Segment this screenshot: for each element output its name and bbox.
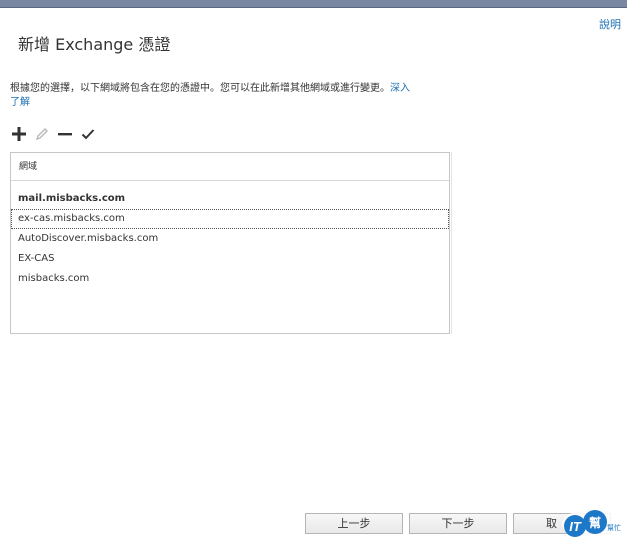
ithome-watermark-logo: IT 幫 幫忙 xyxy=(562,509,622,539)
list-item[interactable]: mail.misbacks.com xyxy=(11,189,449,209)
watermark-text-main: IT xyxy=(569,519,582,534)
watermark-text-small: 幫忙 xyxy=(607,523,621,532)
remove-icon xyxy=(58,133,72,136)
list-item[interactable]: AutoDiscover.misbacks.com xyxy=(11,229,449,249)
watermark-text-side: 幫 xyxy=(589,515,601,530)
add-icon xyxy=(12,127,26,141)
back-button[interactable]: 上一步 xyxy=(305,513,403,534)
window-top-bar xyxy=(0,0,627,8)
edit-button[interactable] xyxy=(34,126,50,142)
check-icon xyxy=(81,129,95,140)
help-link[interactable]: 說明 xyxy=(599,16,621,32)
domain-column-header[interactable]: 網域 xyxy=(11,153,449,181)
learn-more-part1[interactable]: 深入 xyxy=(390,83,410,94)
domain-toolbar xyxy=(11,125,96,143)
next-button[interactable]: 下一步 xyxy=(409,513,507,534)
list-item[interactable]: misbacks.com xyxy=(11,269,449,289)
list-item[interactable]: EX-CAS xyxy=(11,249,449,269)
learn-more-part2[interactable]: 了解 xyxy=(10,97,30,108)
domain-list: 網域 mail.misbacks.com ex-cas.misbacks.com… xyxy=(10,152,450,334)
list-scroll-divider xyxy=(451,152,452,334)
remove-button[interactable] xyxy=(57,126,73,142)
edit-icon xyxy=(35,128,48,141)
confirm-button[interactable] xyxy=(80,126,96,142)
description-text: 根據您的選擇，以下網域將包含在您的憑證中。您可以在此新增其他網域或進行變更。深入… xyxy=(10,82,450,110)
add-button[interactable] xyxy=(11,126,27,142)
description-body: 根據您的選擇，以下網域將包含在您的憑證中。您可以在此新增其他網域或進行變更。 xyxy=(10,83,390,94)
page-title: 新增 Exchange 憑證 xyxy=(18,35,171,54)
list-item-selected[interactable]: ex-cas.misbacks.com xyxy=(11,209,449,229)
domain-list-body: mail.misbacks.com ex-cas.misbacks.com Au… xyxy=(11,181,449,289)
